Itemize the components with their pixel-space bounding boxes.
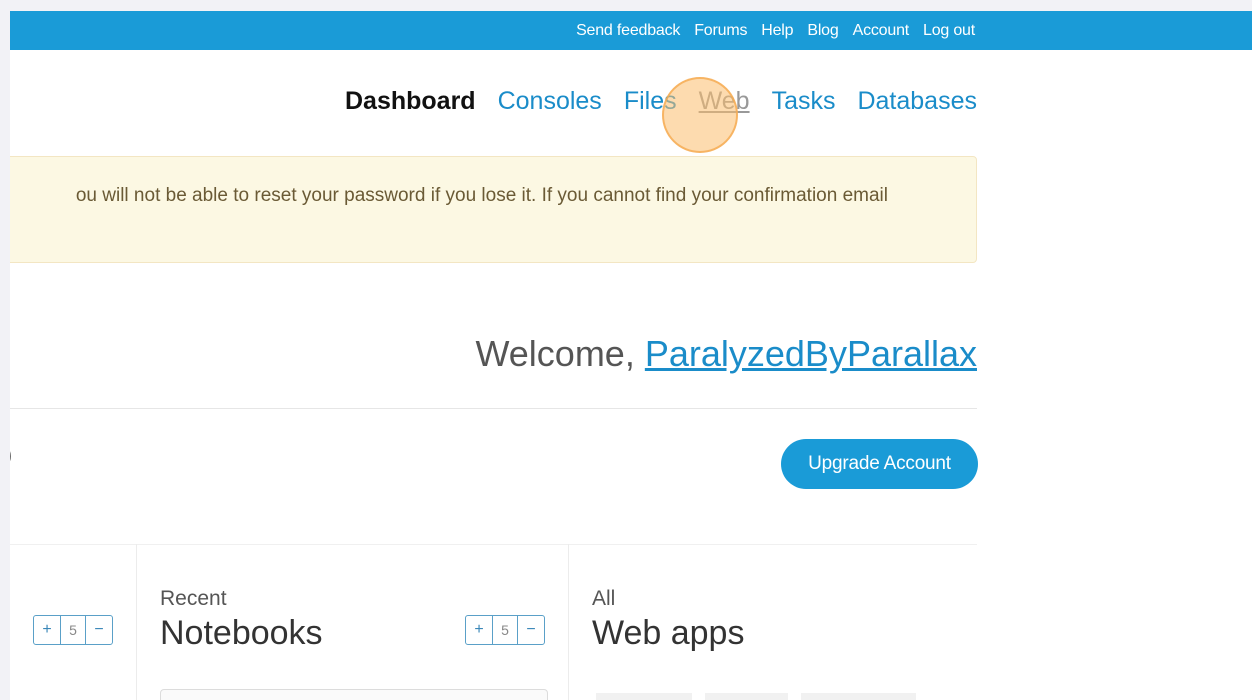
top-links: Send feedback Forums Help Blog Account L… [576,11,975,50]
welcome-prefix: Welcome, [475,333,645,374]
divider [10,544,977,545]
nav-consoles[interactable]: Consoles [498,87,602,116]
welcome-heading: Welcome, ParalyzedByParallax [475,333,977,375]
count-value: 5 [492,616,518,644]
username-link[interactable]: ParalyzedByParallax [645,333,977,374]
send-feedback-link[interactable]: Send feedback [576,22,680,40]
account-link[interactable]: Account [853,22,910,40]
first-panel-stepper: + 5 − [33,615,113,645]
blog-link[interactable]: Blog [807,22,838,40]
notebook-card[interactable] [160,689,548,700]
banner-text: ou will not be able to reset your passwo… [75,185,888,206]
panel-divider [568,544,569,700]
divider [10,408,977,409]
forums-link[interactable]: Forums [694,22,747,40]
nav-databases[interactable]: Databases [857,87,977,116]
clipped-text: ) [10,445,12,466]
notebooks-stepper: + 5 − [465,615,545,645]
increment-button[interactable]: + [466,616,492,644]
main-nav: Dashboard Consoles Files Web Tasks Datab… [345,87,977,116]
logout-link[interactable]: Log out [923,22,975,40]
decrement-button[interactable]: − [518,616,544,644]
increment-button[interactable]: + [34,616,60,644]
nav-tasks[interactable]: Tasks [772,87,836,116]
panel-divider [136,544,137,700]
page: Send feedback Forums Help Blog Account L… [10,11,1252,700]
notebooks-subtitle: Recent [160,587,227,610]
webapps-subtitle: All [592,587,616,610]
nav-dashboard[interactable]: Dashboard [345,87,476,116]
count-value: 5 [60,616,86,644]
upgrade-account-button[interactable]: Upgrade Account [781,439,978,489]
help-link[interactable]: Help [761,22,793,40]
faded-text [596,693,916,700]
warning-banner: ou will not be able to reset your passwo… [10,156,977,263]
decrement-button[interactable]: − [86,616,112,644]
notebooks-title: Notebooks [160,614,323,652]
click-indicator [662,77,738,153]
webapps-title: Web apps [592,614,745,652]
top-bar: Send feedback Forums Help Blog Account L… [10,11,1252,50]
